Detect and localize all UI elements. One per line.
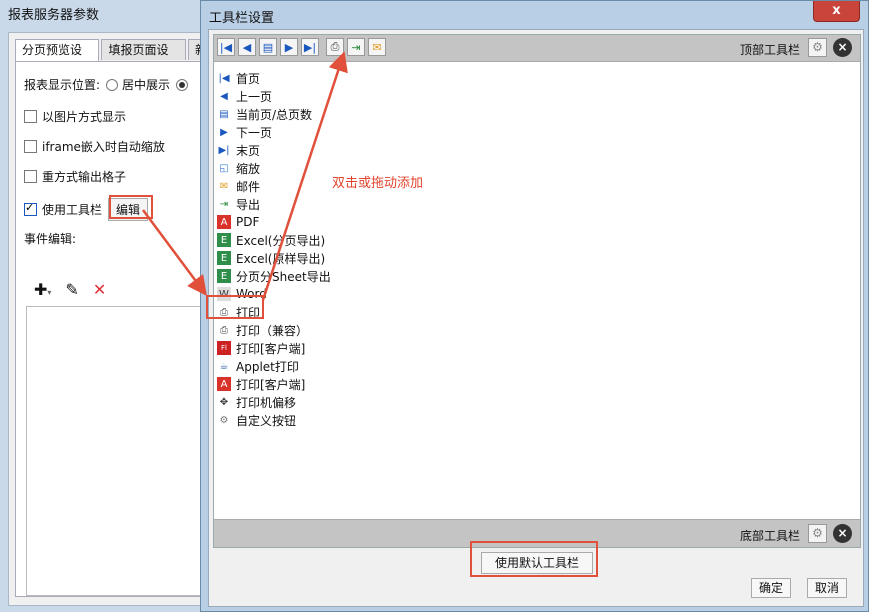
arrow-edit-to-print xyxy=(141,209,207,297)
annotation-arrows xyxy=(141,51,348,301)
arrow-print-to-toolbar xyxy=(261,51,348,301)
